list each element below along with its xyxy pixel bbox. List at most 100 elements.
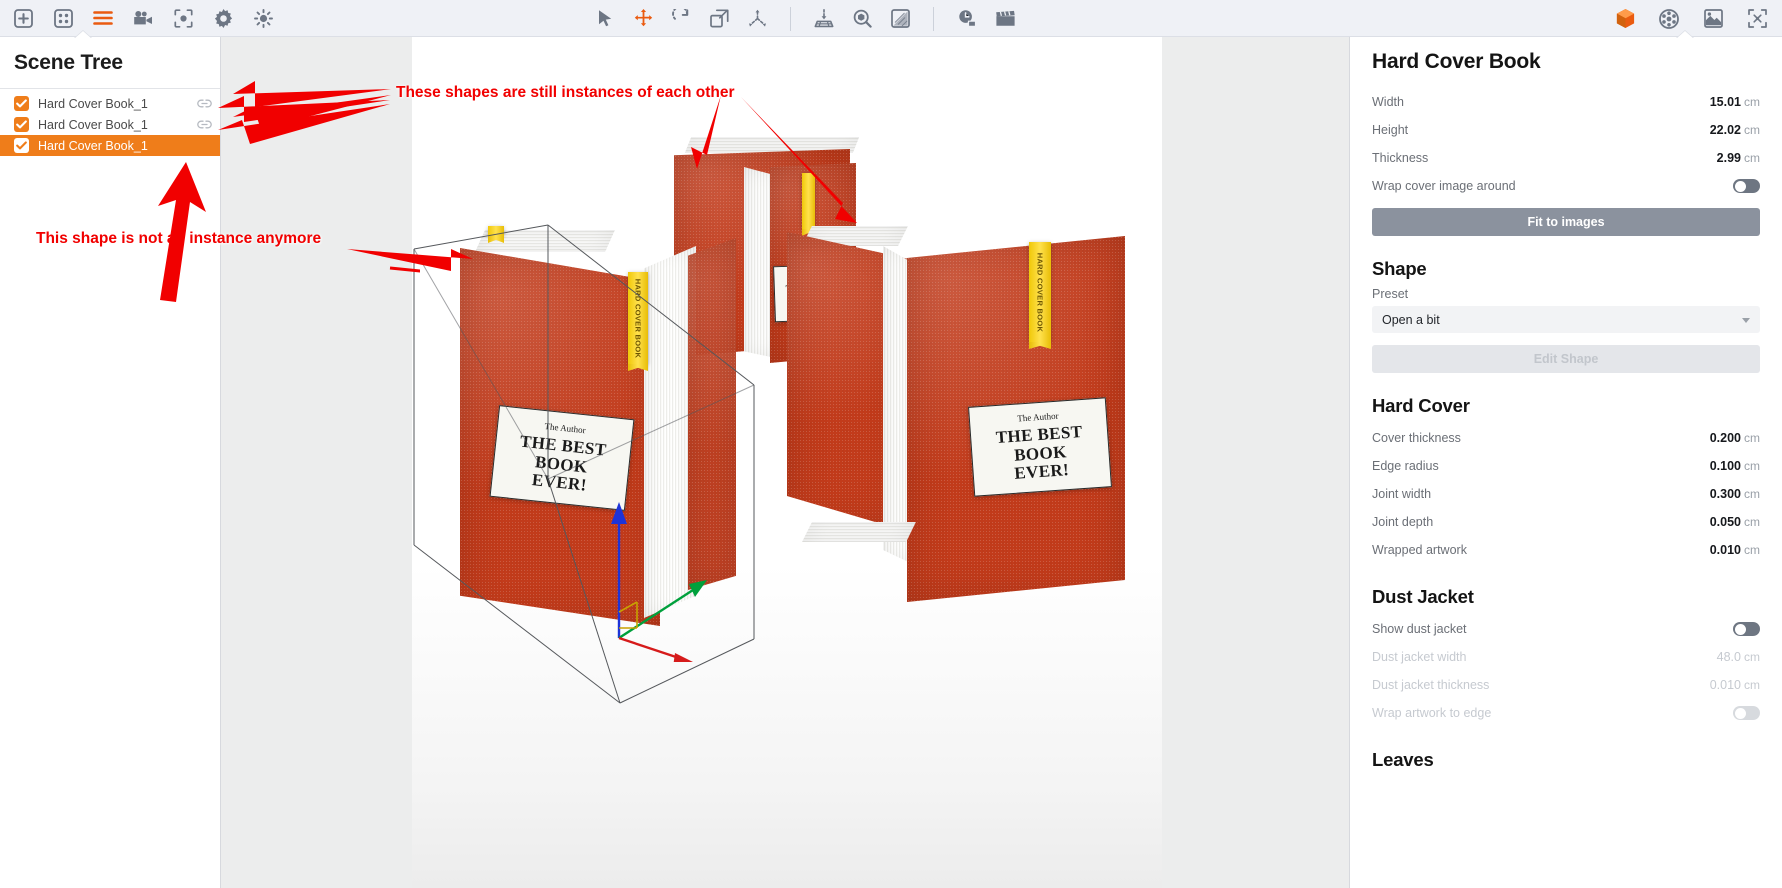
wrap-cover-toggle[interactable] xyxy=(1733,179,1760,193)
link-icon[interactable] xyxy=(197,118,212,131)
wrap-artwork-toggle xyxy=(1733,706,1760,720)
row-value: 0.010 xyxy=(1710,678,1741,692)
focus-icon[interactable] xyxy=(166,3,200,34)
distribute-icon[interactable] xyxy=(740,3,774,34)
label-author: The Author xyxy=(1017,411,1059,424)
link-icon[interactable] xyxy=(197,97,212,110)
book-selected-ribbon-2[interactable]: HARD COVER BOOK xyxy=(628,272,648,364)
row-unit: cm xyxy=(1744,678,1760,692)
row-value-group: 0.050cm xyxy=(1710,515,1760,529)
property-row-wrap-artwork-to-edge: Wrap artwork to edge xyxy=(1372,699,1760,727)
row-value-group: 22.02cm xyxy=(1710,123,1760,137)
property-row-height[interactable]: Height 22.02cm xyxy=(1372,116,1760,144)
fit-to-images-button[interactable]: Fit to images xyxy=(1372,208,1760,236)
book-selected-ribbon[interactable] xyxy=(488,226,504,236)
render-time-icon[interactable] xyxy=(950,3,984,34)
annotation-instances: These shapes are still instances of each… xyxy=(396,84,735,102)
clapper-icon[interactable] xyxy=(988,3,1022,34)
list-item-label: Hard Cover Book_1 xyxy=(38,118,148,132)
row-label: Dust jacket width xyxy=(1372,650,1466,664)
list-item[interactable]: Hard Cover Book_1 xyxy=(0,93,220,114)
row-label: Dust jacket thickness xyxy=(1372,678,1489,692)
row-value: 2.99 xyxy=(1717,151,1741,165)
property-row-wrapped-artwork[interactable]: Wrapped artwork 0.010cm xyxy=(1372,536,1760,564)
page-title: Hard Cover Book xyxy=(1372,50,1760,74)
list-item-selected[interactable]: Hard Cover Book_1 xyxy=(0,135,220,156)
preset-select[interactable]: Open a bit xyxy=(1372,306,1760,333)
viewport-3d[interactable]: The Author THE BEST BOOK EVER! HARD COVE xyxy=(221,37,1349,888)
list-item-label: Hard Cover Book_1 xyxy=(38,139,148,153)
surface-icon[interactable] xyxy=(883,3,917,34)
book-right-ribbon[interactable]: HARD COVER BOOK xyxy=(1029,242,1051,342)
add-icon[interactable] xyxy=(6,3,40,34)
row-label: Wrap artwork to edge xyxy=(1372,706,1491,720)
rotate-icon[interactable] xyxy=(664,3,698,34)
row-value-group: 2.99cm xyxy=(1717,151,1760,165)
checkbox-icon[interactable] xyxy=(14,138,29,153)
section-heading-shape: Shape xyxy=(1372,258,1760,280)
property-row-joint-depth[interactable]: Joint depth 0.050cm xyxy=(1372,508,1760,536)
row-value-group: 0.010cm xyxy=(1710,543,1760,557)
scene-tree-pointer xyxy=(74,31,92,39)
row-label: Height xyxy=(1372,123,1408,137)
annotation-not-instance: This shape is not an instance anymore xyxy=(36,230,321,248)
viewport-left-gutter xyxy=(221,37,412,888)
property-row-thickness[interactable]: Thickness 2.99cm xyxy=(1372,144,1760,172)
preset-label: Preset xyxy=(1372,287,1760,301)
select-arrow-icon[interactable] xyxy=(588,3,622,34)
book-selected[interactable]: HARD COVER BOOK The Author THE BEST BOOK… xyxy=(440,212,810,682)
book-right[interactable]: HARD COVER BOOK The Author THE BEST BOOK… xyxy=(787,212,1147,682)
checkbox-icon[interactable] xyxy=(14,117,29,132)
checkbox-icon[interactable] xyxy=(14,96,29,111)
book-selected-label: The Author THE BEST BOOK EVER! xyxy=(490,405,635,511)
move-icon[interactable] xyxy=(626,3,660,34)
row-label: Wrapped artwork xyxy=(1372,543,1467,557)
properties-panel: Hard Cover Book Width 15.01cm Height 22.… xyxy=(1349,37,1782,888)
zoom-to-object-icon[interactable] xyxy=(845,3,879,34)
property-row-edge-radius[interactable]: Edge radius 0.100cm xyxy=(1372,452,1760,480)
row-value-group: 15.01cm xyxy=(1710,95,1760,109)
row-label: Edge radius xyxy=(1372,459,1439,473)
show-dust-jacket-toggle[interactable] xyxy=(1733,622,1760,636)
gear-icon[interactable] xyxy=(206,3,240,34)
row-value-group: 0.300cm xyxy=(1710,487,1760,501)
toolbar-left-group xyxy=(6,3,280,34)
row-label: Thickness xyxy=(1372,151,1428,165)
drop-to-floor-icon[interactable] xyxy=(807,3,841,34)
label-title-2: EVER! xyxy=(531,471,588,495)
row-unit: cm xyxy=(1744,431,1760,445)
row-value: 0.300 xyxy=(1710,487,1741,501)
section-heading-dust-jacket: Dust Jacket xyxy=(1372,586,1760,608)
property-row-show-dust-jacket[interactable]: Show dust jacket xyxy=(1372,615,1760,643)
toolbar-separator-1 xyxy=(790,7,791,31)
section-heading-hard-cover: Hard Cover xyxy=(1372,395,1760,417)
light-icon[interactable] xyxy=(246,3,280,34)
top-toolbar xyxy=(0,0,1782,37)
grid-icon[interactable] xyxy=(46,3,80,34)
row-unit: cm xyxy=(1744,650,1760,664)
row-label: Joint width xyxy=(1372,487,1431,501)
row-unit: cm xyxy=(1744,95,1760,109)
list-item[interactable]: Hard Cover Book_1 xyxy=(0,114,220,135)
cube-icon[interactable] xyxy=(1608,3,1642,34)
toolbar-center-group xyxy=(588,0,1022,37)
camera-icon[interactable] xyxy=(126,3,160,34)
toolbar-separator-2 xyxy=(933,7,934,31)
menu-icon[interactable] xyxy=(86,3,120,34)
fullscreen-icon[interactable] xyxy=(1740,3,1774,34)
properties-pointer xyxy=(1676,31,1694,39)
material-ball-icon[interactable] xyxy=(1652,3,1686,34)
edit-shape-button: Edit Shape xyxy=(1372,345,1760,373)
list-item-label: Hard Cover Book_1 xyxy=(38,97,148,111)
label-title-2: EVER! xyxy=(1014,461,1070,483)
ribbon-label: HARD COVER BOOK xyxy=(634,278,643,358)
property-row-width[interactable]: Width 15.01cm xyxy=(1372,88,1760,116)
row-unit: cm xyxy=(1744,543,1760,557)
property-row-cover-thickness[interactable]: Cover thickness 0.200cm xyxy=(1372,424,1760,452)
image-icon[interactable] xyxy=(1696,3,1730,34)
scale-icon[interactable] xyxy=(702,3,736,34)
row-value: 0.100 xyxy=(1710,459,1741,473)
scene-tree-title: Scene Tree xyxy=(0,37,220,88)
property-row-joint-width[interactable]: Joint width 0.300cm xyxy=(1372,480,1760,508)
property-row-wrap-cover[interactable]: Wrap cover image around xyxy=(1372,172,1760,200)
